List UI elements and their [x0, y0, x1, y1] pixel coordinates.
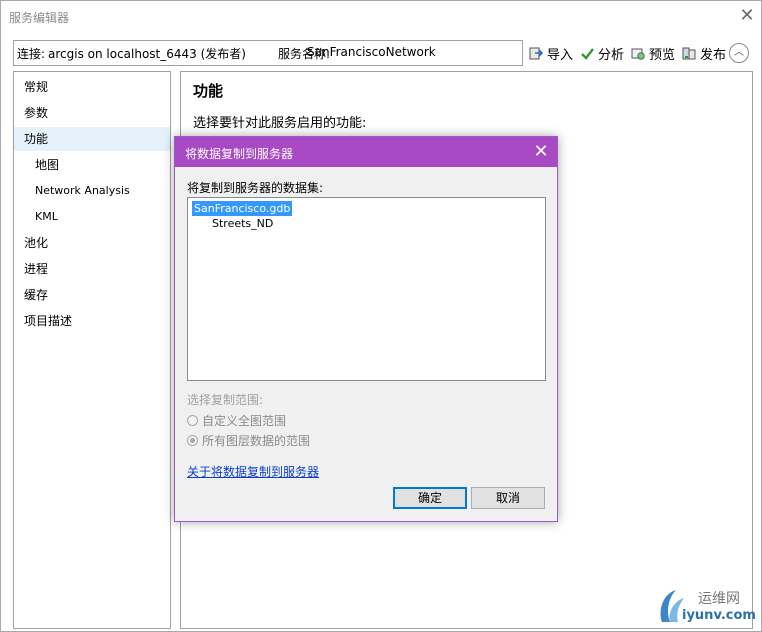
connection-prefix: 连接: [17, 47, 46, 61]
dialog-title: 将数据复制到服务器 [185, 147, 294, 161]
sidebar-item-parameters[interactable]: 参数 [14, 101, 170, 125]
sidebar-item-map[interactable]: 地图 [14, 153, 170, 177]
checkmark-icon [581, 47, 594, 60]
sidebar-item-label: 池化 [24, 236, 49, 250]
import-button[interactable]: 导入 [529, 43, 573, 63]
sidebar-item-general[interactable]: 常规 [14, 75, 170, 99]
sidebar-item-label: Network Analysis [35, 184, 130, 197]
import-label: 导入 [547, 47, 574, 63]
tree-node-geodatabase[interactable]: SanFrancisco.gdb [192, 201, 293, 216]
sidebar-item-network-analysis[interactable]: Network Analysis [14, 179, 170, 203]
analyze-button[interactable]: 分析 [580, 43, 624, 63]
connection-server: arcgis on localhost_6443 (发布者) [48, 47, 246, 61]
copy-data-dialog: 将数据复制到服务器 ✕ 将复制到服务器的数据集: SanFrancisco.gd… [174, 136, 558, 522]
sidebar-item-label: KML [35, 210, 58, 223]
preview-label: 预览 [649, 47, 676, 63]
sidebar-item-label: 常规 [24, 80, 49, 94]
title-bar: 服务编辑器 ✕ [1, 1, 761, 32]
sidebar-item-pooling[interactable]: 池化 [14, 231, 170, 255]
sidebar-item-label: 缓存 [24, 288, 49, 302]
page-description: 选择要针对此服务启用的功能: [193, 116, 367, 131]
radio-custom-extent[interactable]: 自定义全图范围 [187, 412, 286, 428]
datasets-label: 将复制到服务器的数据集: [187, 181, 324, 195]
radio-label: 所有图层数据的范围 [202, 433, 311, 448]
window-title: 服务编辑器 [9, 11, 70, 25]
radio-all-layers-extent[interactable]: 所有图层数据的范围 [187, 432, 310, 448]
dialog-close-icon[interactable]: ✕ [530, 140, 552, 164]
copy-range-label: 选择复制范围: [187, 393, 264, 407]
radio-label: 自定义全图范围 [202, 413, 287, 428]
collapse-icon[interactable]: ︿ [729, 43, 749, 63]
watermark: 运维网 iyunv.com [652, 584, 758, 628]
datasets-tree[interactable]: SanFrancisco.gdb Streets_ND [187, 197, 546, 381]
sidebar-item-label: 项目描述 [24, 314, 73, 328]
sidebar-item-processes[interactable]: 进程 [14, 257, 170, 281]
sidebar-item-kml[interactable]: KML [14, 205, 170, 229]
sidebar-item-label: 进程 [24, 262, 49, 276]
close-icon[interactable]: ✕ [737, 5, 757, 27]
analyze-label: 分析 [598, 47, 625, 63]
sidebar-item-item-description[interactable]: 项目描述 [14, 309, 170, 333]
publish-button[interactable]: 发布 [682, 43, 726, 63]
ok-button[interactable]: 确定 [393, 487, 467, 509]
publish-label: 发布 [700, 47, 727, 63]
sidebar-item-label: 参数 [24, 106, 49, 120]
page-title: 功能 [193, 82, 224, 100]
watermark-title: 运维网 [698, 591, 740, 607]
preview-icon [631, 48, 645, 60]
sidebar-item-capabilities[interactable]: 功能 [14, 127, 170, 151]
dialog-title-bar: 将数据复制到服务器 ✕ [175, 137, 557, 167]
radio-selected-icon [187, 434, 198, 446]
help-link[interactable]: 关于将数据复制到服务器 [187, 463, 319, 480]
preview-button[interactable]: 预览 [631, 43, 675, 63]
connection-info-box: 连接: arcgis on localhost_6443 (发布者) 服务名称:… [13, 40, 523, 66]
sidebar: 常规 参数 功能 地图 Network Analysis KML 池化 进程 缓… [13, 71, 171, 629]
import-icon [529, 47, 544, 59]
sidebar-item-label: 地图 [35, 158, 60, 172]
radio-circle-icon [187, 414, 198, 426]
service-name-value: SanFranciscoNetwork [307, 45, 436, 59]
sidebar-item-caching[interactable]: 缓存 [14, 283, 170, 307]
sidebar-item-label: 功能 [24, 132, 49, 146]
watermark-url: iyunv.com [682, 608, 756, 623]
tree-node-network-dataset[interactable]: Streets_ND [212, 217, 273, 230]
publish-icon [682, 47, 696, 59]
cancel-button[interactable]: 取消 [471, 487, 545, 509]
